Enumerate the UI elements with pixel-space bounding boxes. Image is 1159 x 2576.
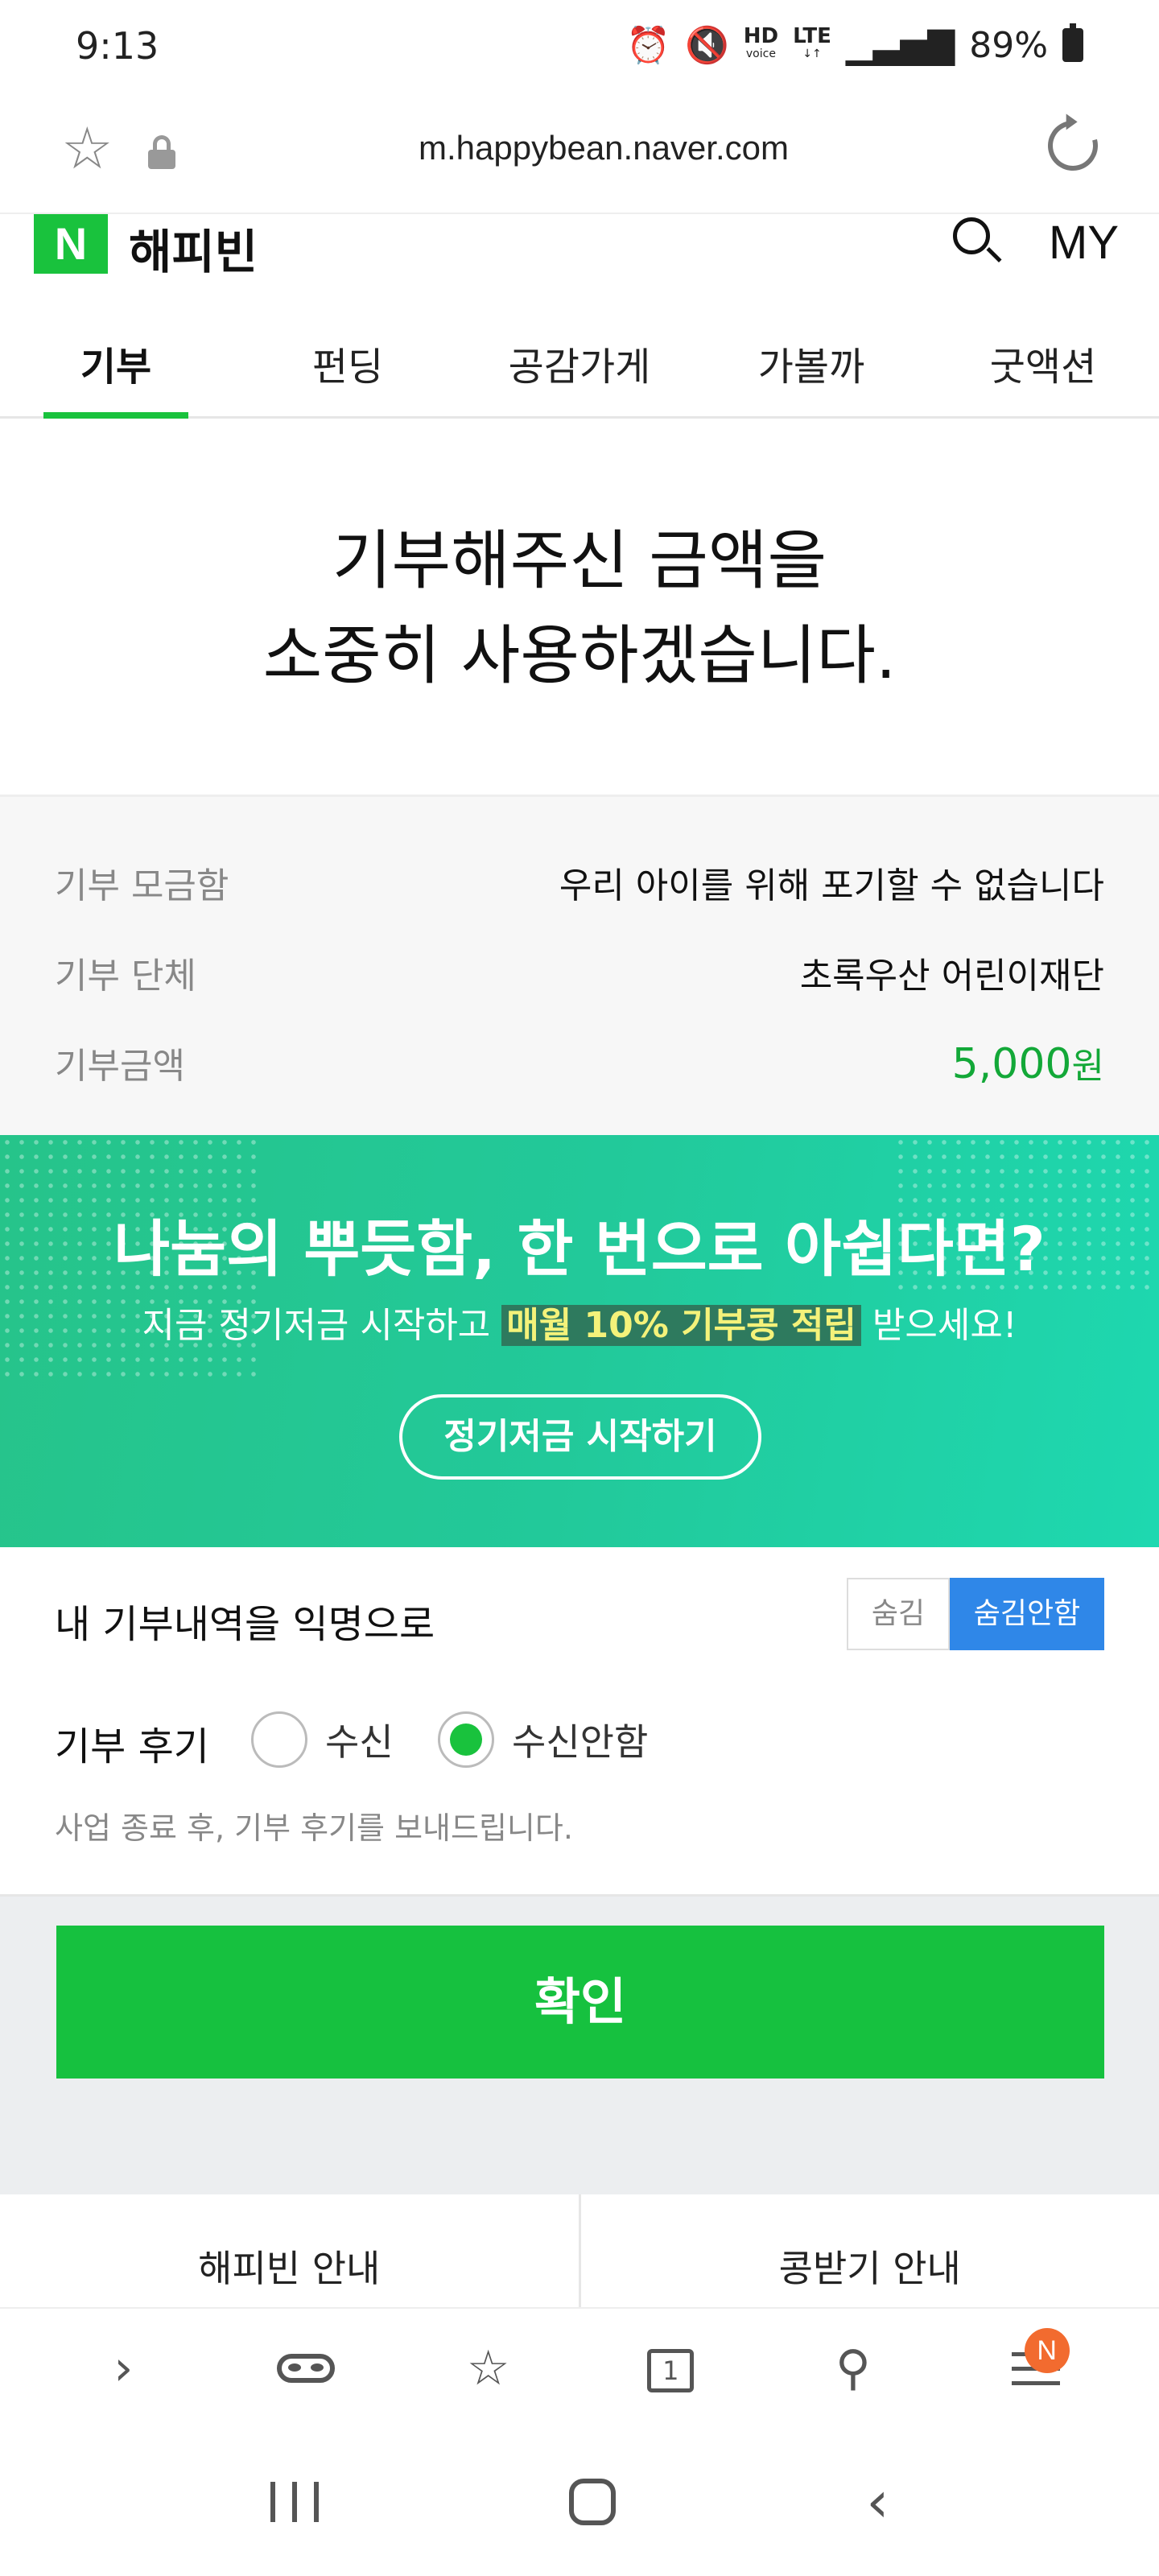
- bookmark-star-icon[interactable]: ☆: [61, 119, 113, 177]
- signal-icon: ▁▃▅▇: [845, 24, 955, 66]
- secret-mode-icon[interactable]: [266, 2328, 346, 2409]
- lock-icon[interactable]: [148, 135, 175, 169]
- search-icon[interactable]: [953, 217, 1002, 263]
- donation-info: 기부 모금함 우리 아이를 위해 포기할 수 없습니다 기부 단체 초록우산 어…: [0, 797, 1159, 1135]
- anonymous-option: 내 기부내역을 익명으로 숨김 숨김안함: [0, 1547, 1159, 1684]
- lte-icon: LTE ↓↑: [793, 24, 831, 60]
- radio-label[interactable]: 수신안함: [512, 1713, 648, 1766]
- confirm-area: 확인: [0, 1897, 1159, 2194]
- category-tabs: 기부 펀딩 공감가게 가볼까 굿액션: [0, 306, 1159, 419]
- thanks-line-1: 기부해주신 금액을: [332, 523, 827, 598]
- my-button[interactable]: MY: [1049, 216, 1119, 270]
- hide-button[interactable]: 숨김: [847, 1578, 950, 1650]
- info-row-fundbox: 기부 모금함 우리 아이를 위해 포기할 수 없습니다: [55, 837, 1104, 927]
- bookmarks-icon[interactable]: ☆: [448, 2328, 529, 2409]
- status-icons: ⏰ 🔇 HD voice LTE ↓↑ ▁▃▅▇ 89%: [626, 23, 1083, 66]
- thanks-line-2: 소중히 사용하겠습니다.: [262, 618, 897, 693]
- radio-label[interactable]: 수신: [325, 1713, 394, 1766]
- thanks-section: 기부해주신 금액을 소중히 사용하겠습니다.: [0, 419, 1159, 797]
- tab-funding[interactable]: 펀딩: [232, 306, 464, 416]
- tab-donation[interactable]: 기부: [0, 306, 232, 419]
- home-icon[interactable]: [568, 2479, 616, 2525]
- url-text[interactable]: m.happybean.naver.com: [241, 129, 966, 167]
- review-option: 기부 후기 수신 수신안함 사업 종료 후, 기부 후기를 보내드립니다.: [0, 1684, 1159, 1897]
- review-no-receive-radio[interactable]: 수신안함: [438, 1711, 648, 1768]
- status-time: 9:13: [76, 24, 159, 68]
- reload-icon[interactable]: [1038, 111, 1107, 180]
- info-label: 기부 모금함: [55, 865, 229, 906]
- happybean-logo-text[interactable]: 해피빈: [129, 214, 258, 282]
- alarm-icon: ⏰: [626, 25, 670, 66]
- tab-visit[interactable]: 가볼까: [695, 306, 927, 416]
- hd-sub-label: voice: [745, 47, 776, 60]
- radio-circle-checked[interactable]: [438, 1711, 494, 1768]
- tabs-count[interactable]: 1: [647, 2349, 695, 2392]
- tab-good-action[interactable]: 굿액션: [927, 306, 1159, 416]
- search-icon[interactable]: ⚲: [813, 2328, 893, 2409]
- mute-icon: 🔇: [684, 25, 729, 66]
- amount-unit: 원: [1071, 1046, 1104, 1087]
- start-regular-savings-button[interactable]: 정기저금 시작하기: [399, 1394, 761, 1480]
- menu-icon[interactable]: N: [996, 2328, 1076, 2409]
- battery-icon: [1062, 23, 1083, 62]
- forward-icon[interactable]: ›: [83, 2328, 163, 2409]
- anonymous-toggle: 숨김 숨김안함: [847, 1578, 1104, 1650]
- info-value: 우리 아이를 위해 포기할 수 없습니다: [559, 865, 1104, 906]
- review-note: 사업 종료 후, 기부 후기를 보내드립니다.: [55, 1810, 573, 1846]
- confirm-button[interactable]: 확인: [56, 1926, 1104, 2079]
- banner-title: 나눔의 뿌듯함, 한 번으로 아쉽다면?: [113, 1213, 1046, 1285]
- banner-subtitle: 지금 정기저금 시작하고 매월 10% 기부콩 적립 받으세요!: [0, 1296, 1159, 1348]
- banner-sub-highlight: 매월 10% 기부콩 적립: [501, 1305, 861, 1346]
- info-row-amount: 기부금액 5,000원: [55, 1018, 1104, 1108]
- browser-address-bar: ☆ m.happybean.naver.com: [0, 97, 1159, 214]
- hd-voice-icon: HD voice: [744, 26, 778, 63]
- anonymous-label: 내 기부내역을 익명으로: [55, 1602, 435, 1647]
- banner-sub-pre: 지금 정기저금 시작하고: [142, 1305, 502, 1346]
- regular-savings-banner[interactable]: 나눔의 뿌듯함, 한 번으로 아쉽다면? 지금 정기저금 시작하고 매월 10%…: [0, 1135, 1159, 1547]
- tab-store[interactable]: 공감가게: [464, 306, 695, 416]
- recents-icon[interactable]: [270, 2482, 319, 2522]
- site-header: N 해피빈 MY: [0, 214, 1159, 279]
- tabs-icon[interactable]: 1: [630, 2328, 711, 2409]
- info-label: 기부금액: [55, 1046, 185, 1087]
- radio-circle[interactable]: [251, 1711, 307, 1768]
- bean-guide-link[interactable]: 콩받기 안내: [578, 2194, 1159, 2307]
- notification-badge: N: [1024, 2328, 1070, 2373]
- browser-toolbar: › ☆ 1 ⚲ N: [0, 2307, 1159, 2428]
- system-navigation-bar: ‹: [0, 2428, 1159, 2576]
- review-label: 기부 후기: [55, 1724, 209, 1769]
- happybean-guide-link[interactable]: 해피빈 안내: [0, 2194, 579, 2307]
- info-row-organization: 기부 단체 초록우산 어린이재단: [55, 927, 1104, 1018]
- info-value: 초록우산 어린이재단: [799, 956, 1104, 997]
- donation-amount: 5,000원: [952, 1037, 1104, 1088]
- naver-logo[interactable]: N: [34, 214, 108, 274]
- info-label: 기부 단체: [55, 956, 196, 997]
- no-hide-button[interactable]: 숨김안함: [950, 1578, 1104, 1650]
- review-receive-radio[interactable]: 수신: [251, 1711, 394, 1768]
- amount-value: 5,000: [951, 1040, 1072, 1088]
- footer-links: 해피빈 안내 콩받기 안내: [0, 2194, 1159, 2307]
- status-bar: 9:13 ⏰ 🔇 HD voice LTE ↓↑ ▁▃▅▇ 89%: [0, 0, 1159, 97]
- battery-percent: 89%: [969, 24, 1048, 66]
- banner-sub-post: 받으세요!: [860, 1305, 1017, 1346]
- back-icon[interactable]: ‹: [866, 2474, 889, 2530]
